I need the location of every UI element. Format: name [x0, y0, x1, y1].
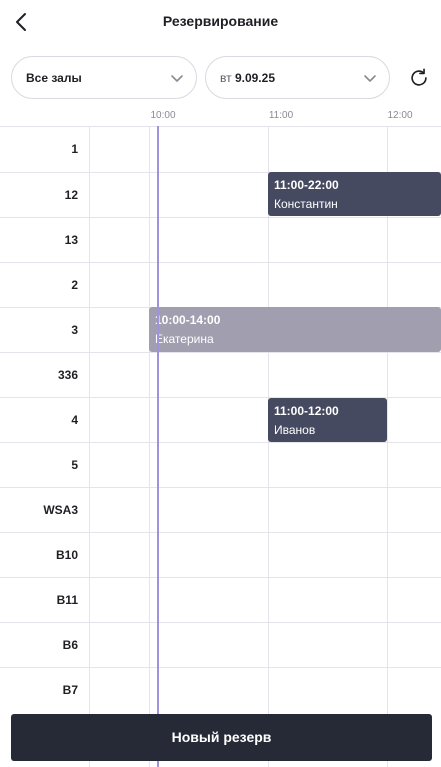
- current-time-line: [157, 126, 159, 767]
- table-row[interactable]: 1: [0, 126, 441, 171]
- table-row[interactable]: 5: [0, 442, 441, 487]
- row-label: 3: [71, 323, 78, 337]
- row-label: B7: [62, 683, 78, 697]
- row-label: 336: [57, 368, 78, 382]
- table-row[interactable]: 13: [0, 217, 441, 262]
- header: Резервирование: [0, 0, 441, 44]
- row-label: WSA3: [43, 503, 78, 517]
- schedule-grid: 1 12 13 2 3 336 4 5 WSA3 B10 B11 B6 B7: [0, 126, 441, 767]
- refresh-icon[interactable]: [408, 67, 430, 89]
- chevron-down-icon: [171, 74, 183, 82]
- table-row[interactable]: 2: [0, 262, 441, 307]
- tick-label: 12:00: [387, 110, 413, 121]
- reservation-block[interactable]: 11:00-22:00 Константин: [268, 172, 441, 216]
- row-label: 13: [64, 233, 78, 247]
- table-row[interactable]: B10: [0, 532, 441, 577]
- grid-divider: [387, 126, 388, 767]
- grid-divider: [268, 126, 269, 767]
- grid-divider: [89, 126, 90, 767]
- reservation-time: 10:00-14:00: [155, 313, 221, 327]
- reservation-time: 11:00-22:00: [274, 178, 339, 192]
- row-label: 12: [64, 188, 78, 202]
- row-label: 5: [71, 458, 78, 472]
- date-value: 9.09.25: [234, 70, 275, 85]
- reservation-name: Константин: [274, 197, 338, 211]
- tick-label: 10:00: [150, 110, 176, 121]
- row-label: 4: [71, 413, 78, 427]
- date-weekday: вт: [220, 70, 232, 85]
- reservation-block[interactable]: 11:00-12:00 Иванов: [268, 398, 387, 442]
- reservation-block[interactable]: 10:00-14:00 Екатерина: [149, 307, 441, 352]
- new-reservation-button[interactable]: Новый резерв: [11, 714, 432, 761]
- date-select[interactable]: вт 9.09.25: [205, 56, 390, 99]
- row-label: 2: [71, 278, 78, 292]
- hall-select-value: Все залы: [26, 70, 82, 85]
- table-row[interactable]: B11: [0, 577, 441, 622]
- table-row[interactable]: 336: [0, 352, 441, 397]
- date-select-value: вт 9.09.25: [220, 71, 363, 85]
- chevron-down-icon: [364, 74, 376, 82]
- timeline-header: 10:00 11:00 12:00: [0, 110, 441, 126]
- page-title: Резервирование: [162, 13, 279, 29]
- row-label: B6: [62, 638, 78, 652]
- table-row[interactable]: WSA3: [0, 487, 441, 532]
- table-row[interactable]: B7: [0, 667, 441, 712]
- row-label: 1: [71, 142, 78, 156]
- table-row[interactable]: B6: [0, 622, 441, 667]
- reservation-time: 11:00-12:00: [274, 404, 339, 418]
- hall-select[interactable]: Все залы: [11, 56, 197, 99]
- row-label: B10: [55, 548, 78, 562]
- reservation-name: Екатерина: [155, 332, 214, 346]
- row-label: B11: [56, 593, 78, 607]
- tick-label: 11:00: [268, 110, 294, 121]
- grid-divider: [149, 126, 150, 767]
- reservation-name: Иванов: [274, 423, 316, 437]
